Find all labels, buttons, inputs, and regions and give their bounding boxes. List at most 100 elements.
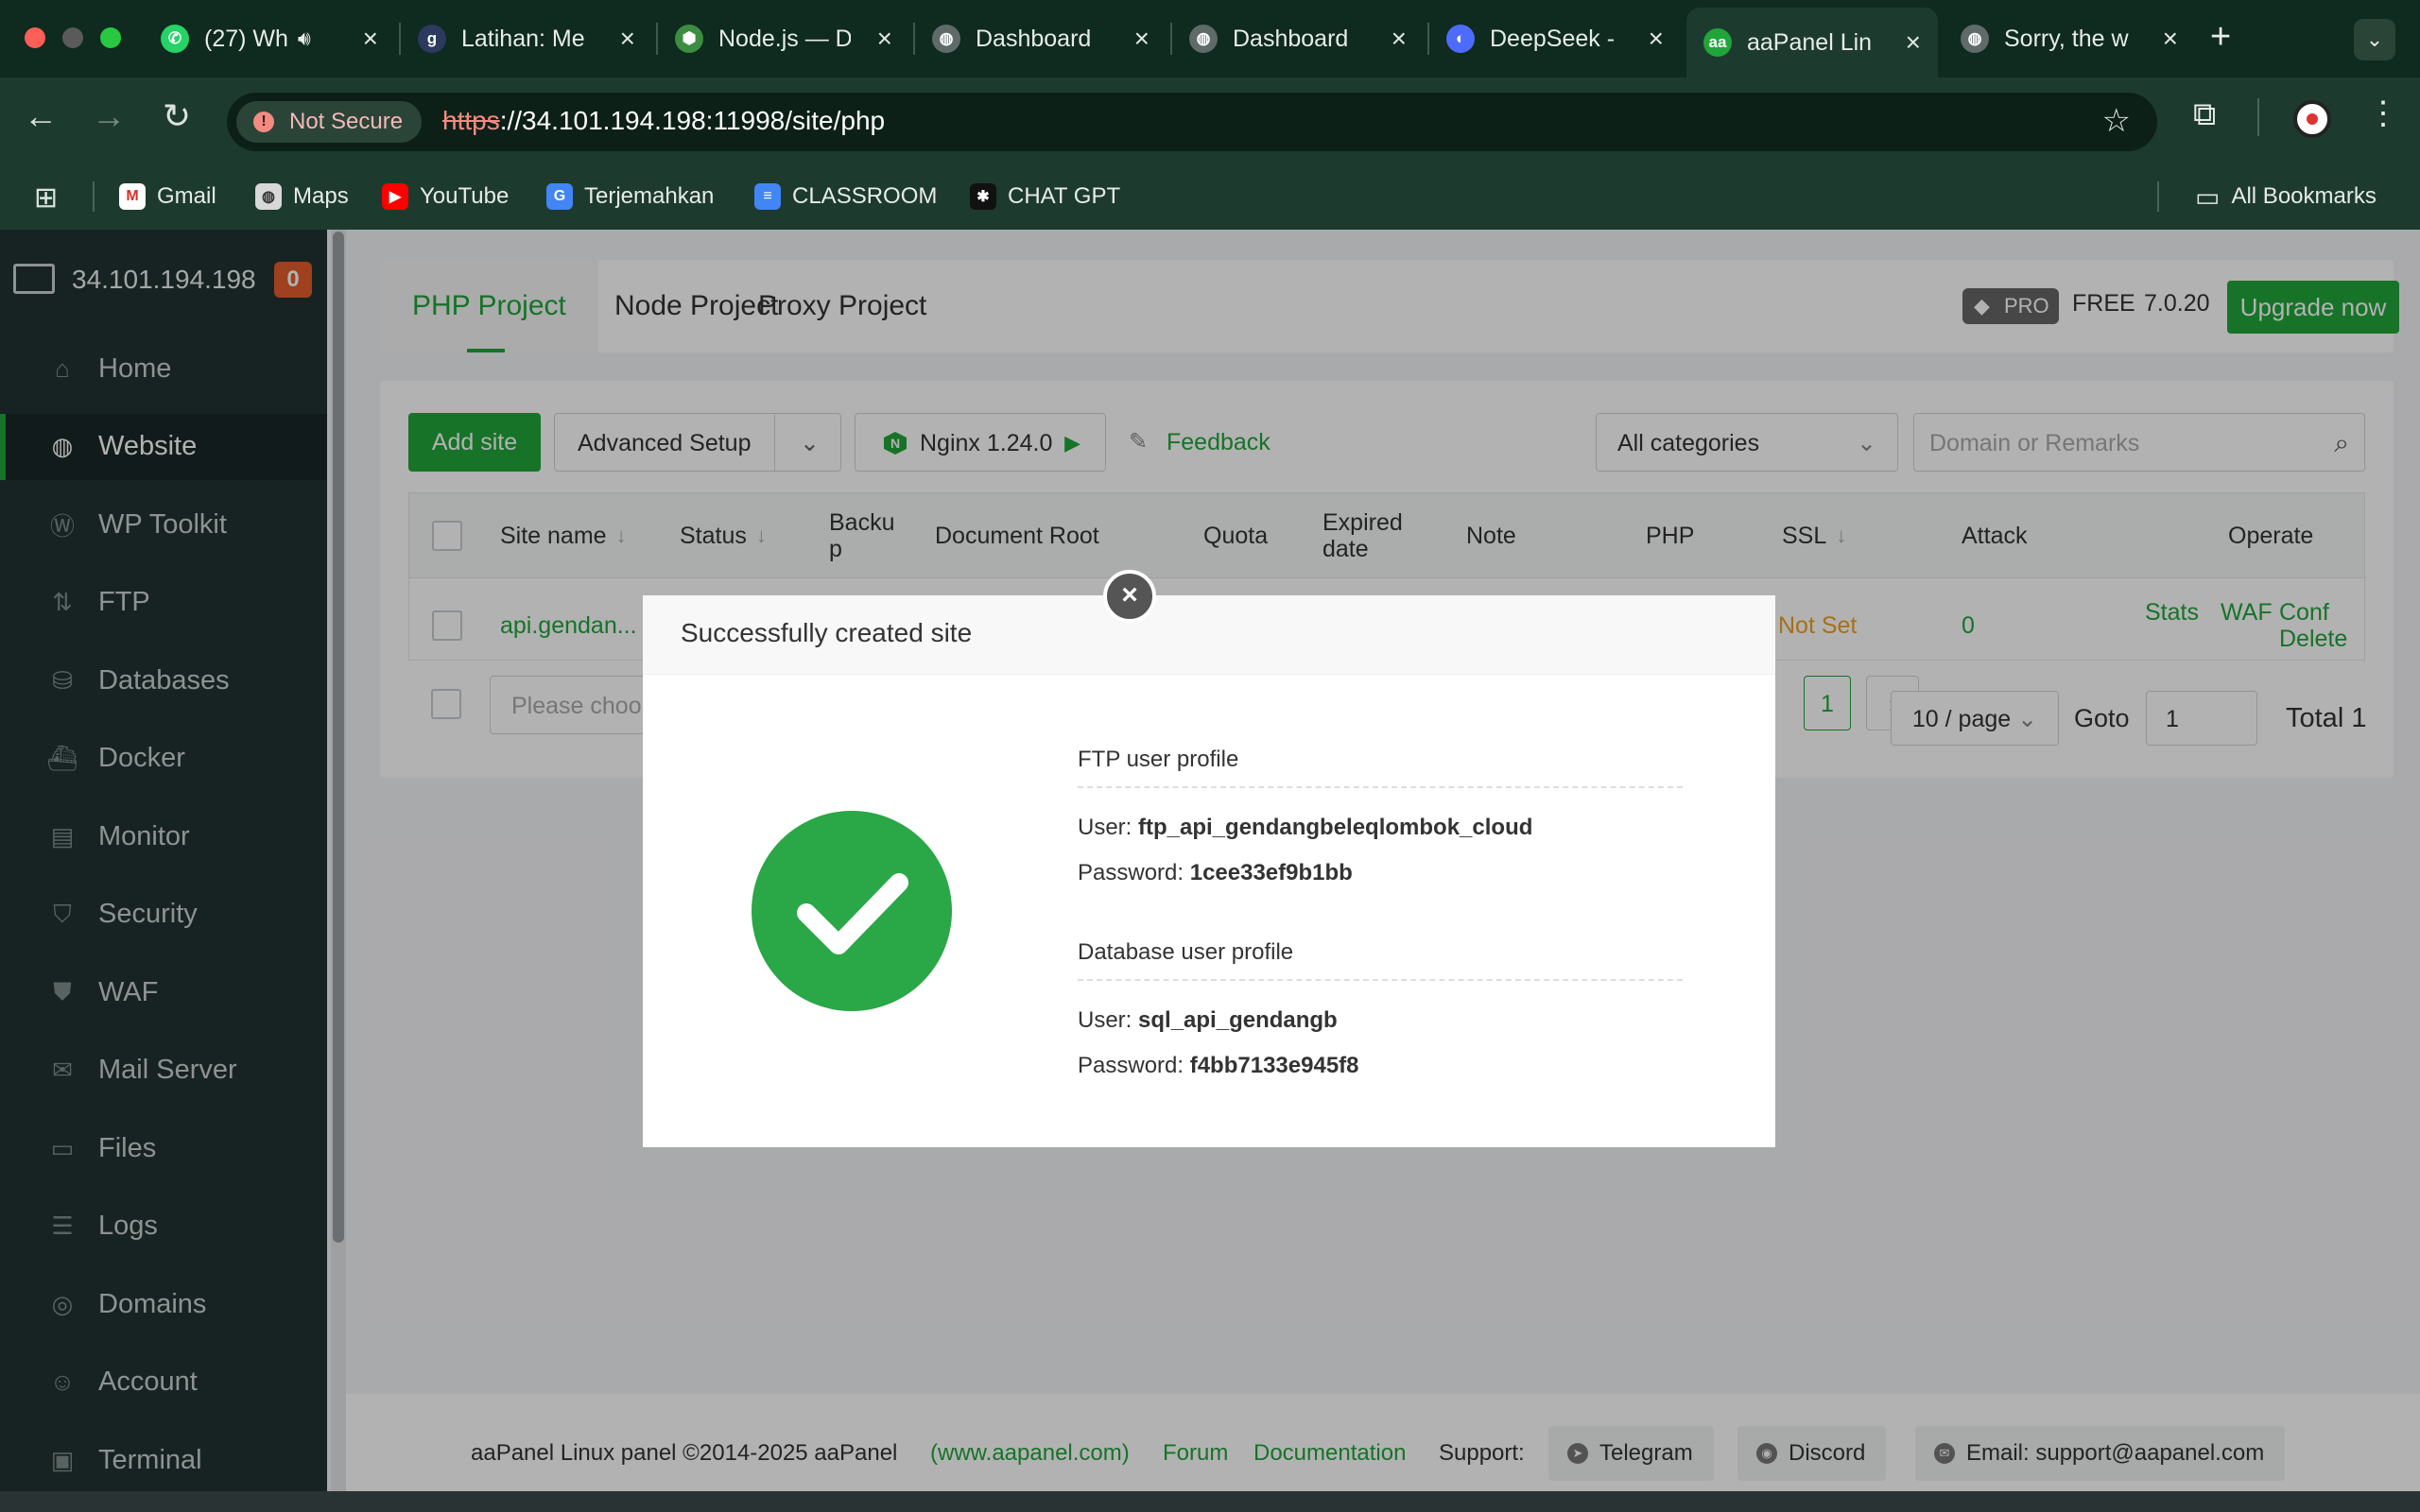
profile-avatar[interactable] xyxy=(2293,100,2331,138)
tab-separator xyxy=(1427,23,1429,55)
speaker-icon[interactable]: 🔊︎ xyxy=(298,26,311,51)
warning-icon: ! xyxy=(253,112,274,132)
close-tab-icon[interactable]: × xyxy=(2163,24,2178,54)
globe-icon: ◍ xyxy=(1189,25,1218,53)
db-password-value: f4bb7133e945f8 xyxy=(1189,1053,1359,1078)
browser-tab[interactable]: aa aaPanel Lin × xyxy=(1686,8,1938,77)
back-button[interactable]: ← xyxy=(17,96,64,136)
browser-tab-label: Node.js — D xyxy=(718,25,851,52)
close-icon[interactable]: × xyxy=(1103,570,1156,623)
close-tab-icon[interactable]: × xyxy=(620,24,635,54)
aapanel-icon: aa xyxy=(1703,28,1732,57)
bookmark-item[interactable]: ≡ CLASSROOM xyxy=(754,180,937,214)
more-menu-icon[interactable]: ⋮ xyxy=(2367,94,2399,132)
bookmark-label: Terjemahkan xyxy=(584,183,715,209)
star-icon[interactable]: ☆ xyxy=(2102,102,2131,140)
bookmark-item[interactable]: ✱ CHAT GPT xyxy=(970,180,1120,214)
browser-tab[interactable]: ◐ DeepSeek - × xyxy=(1429,11,1681,66)
db-user-value: sql_api_gendangb xyxy=(1138,1007,1338,1033)
dialog-header: Successfully created site xyxy=(643,595,1775,675)
close-tab-icon[interactable]: × xyxy=(1392,24,1407,54)
db-profile-title: Database user profile xyxy=(1078,939,1683,981)
db-user-row: User: sql_api_gendangb xyxy=(1078,1007,1338,1034)
browser-tab-label: DeepSeek - xyxy=(1490,25,1616,52)
dialog-title: Successfully created site xyxy=(681,618,973,647)
bookmark-item[interactable]: M Gmail xyxy=(119,180,216,214)
browser-tab-label: aaPanel Lin xyxy=(1747,28,1873,56)
minimize-window-button[interactable] xyxy=(62,27,83,48)
whatsapp-icon: ✆ xyxy=(161,25,189,53)
close-tab-icon[interactable]: × xyxy=(1906,27,1921,58)
db-password-label: Password: xyxy=(1078,1053,1184,1078)
url-text[interactable]: https://34.101.194.198:11998/site/php xyxy=(442,106,885,136)
ftp-profile-title: FTP user profile xyxy=(1078,747,1683,788)
browser-tab[interactable]: ◍ Sorry, the w × xyxy=(1944,11,2195,66)
success-check-icon xyxy=(752,811,952,1011)
db-user-label: User: xyxy=(1078,1007,1132,1033)
ftp-password-row: Password: 1cee33ef9b1bb xyxy=(1078,860,1353,886)
bookmark-divider xyxy=(2157,181,2159,212)
all-bookmarks-label: All Bookmarks xyxy=(2231,183,2377,209)
folder-icon: ▭ xyxy=(2195,181,2221,212)
close-tab-icon[interactable]: × xyxy=(363,24,378,54)
new-tab-button[interactable]: + xyxy=(2210,17,2231,58)
db-password-row: Password: f4bb7133e945f8 xyxy=(1078,1053,1359,1079)
ftp-password-label: Password: xyxy=(1078,860,1184,885)
bookmark-item[interactable]: ◍ Maps xyxy=(255,180,349,214)
bookmark-label: Gmail xyxy=(157,183,216,209)
nodejs-icon: ⬢ xyxy=(675,25,703,53)
browser-tab[interactable]: g Latihan: Me × xyxy=(401,11,652,66)
globe-icon: ◍ xyxy=(932,25,960,53)
toolbar-divider xyxy=(2257,98,2259,136)
bookmark-label: CHAT GPT xyxy=(1008,183,1121,209)
browser-tab-label: Dashboard xyxy=(1233,25,1349,52)
browser-tab-label: (27) Wh xyxy=(204,25,288,52)
bookmark-item[interactable]: ▶ YouTube xyxy=(382,180,509,214)
browser-tab[interactable]: ◍ Dashboard × xyxy=(1172,11,1424,66)
success-dialog: Successfully created site FTP user profi… xyxy=(643,595,1775,1147)
forward-button[interactable]: → xyxy=(85,96,132,136)
tab-separator xyxy=(399,23,401,55)
extensions-icon[interactable]: ⧉ xyxy=(2193,96,2216,133)
globe-icon: ◍ xyxy=(1961,25,1989,53)
security-indicator[interactable]: ! Not Secure xyxy=(236,101,423,143)
all-bookmarks-button[interactable]: ▭ All Bookmarks xyxy=(2195,180,2377,214)
gmail-icon: M xyxy=(119,183,146,210)
browser-tab-label: Dashboard xyxy=(976,25,1092,52)
bookmark-label: YouTube xyxy=(420,183,510,209)
bookmark-divider xyxy=(93,181,95,212)
browser-tab[interactable]: ◍ Dashboard × xyxy=(915,11,1167,66)
apps-grid-icon[interactable]: ⊞ xyxy=(34,181,58,215)
close-window-button[interactable] xyxy=(25,27,45,48)
url-scheme: https xyxy=(442,106,500,135)
browser-chrome: ✆ (27) Wh 🔊︎ × g Latihan: Me × ⬢ Node.js — D × ◍ Da… xyxy=(0,0,2420,230)
reload-button[interactable]: ↻ xyxy=(153,96,200,136)
latihan-icon: g xyxy=(418,25,446,53)
url-rest: ://34.101.194.198:11998/site/php xyxy=(499,106,886,135)
close-tab-icon[interactable]: × xyxy=(1134,24,1150,54)
maps-icon: ◍ xyxy=(255,183,282,210)
tab-separator xyxy=(1170,23,1172,55)
browser-tab-label: Latihan: Me xyxy=(461,25,585,52)
deepseek-icon: ◐ xyxy=(1446,25,1475,53)
tab-strip: ✆ (27) Wh 🔊︎ × g Latihan: Me × ⬢ Node.js — D × ◍ Da… xyxy=(0,0,2420,77)
close-tab-icon[interactable]: × xyxy=(1649,24,1664,54)
classroom-icon: ≡ xyxy=(754,183,781,210)
security-label: Not Secure xyxy=(289,109,404,134)
translate-icon: G xyxy=(546,183,573,210)
youtube-icon: ▶ xyxy=(382,183,408,210)
tab-separator xyxy=(656,23,658,55)
browser-tab[interactable]: ⬢ Node.js — D × xyxy=(658,11,909,66)
ftp-user-value: ftp_api_gendangbeleqlombok_cloud xyxy=(1138,815,1533,840)
tab-search-button[interactable]: ⌄ xyxy=(2354,19,2395,60)
browser-tab[interactable]: ✆ (27) Wh 🔊︎ × xyxy=(144,11,395,66)
bookmark-label: Maps xyxy=(293,183,349,209)
address-bar[interactable]: ! Not Secure https://34.101.194.198:1199… xyxy=(227,93,2157,151)
bookmarks-bar: ⊞ M Gmail ◍ Maps ▶ YouTube G Terjemahkan ≡ CLASSR… xyxy=(0,164,2420,229)
ftp-user-row: User: ftp_api_gendangbeleqlombok_cloud xyxy=(1078,815,1532,841)
close-tab-icon[interactable]: × xyxy=(877,24,892,54)
address-row: ← → ↻ ! Not Secure https://34.101.194.19… xyxy=(0,77,2420,164)
fullscreen-window-button[interactable] xyxy=(100,27,121,48)
bookmark-item[interactable]: G Terjemahkan xyxy=(546,180,714,214)
ftp-user-label: User: xyxy=(1078,815,1132,840)
